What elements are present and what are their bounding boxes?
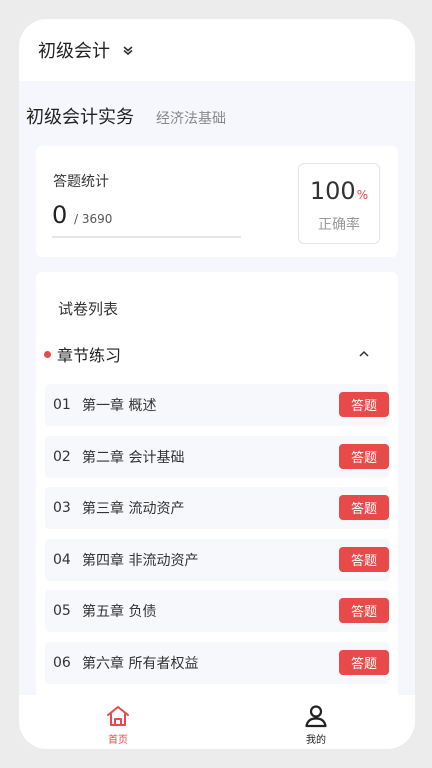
chapter-title: 第五章 负债 [82, 604, 157, 620]
stats-card: 答题统计 0 / 3690 100% 正确率 [36, 146, 398, 257]
tab-economic-law[interactable]: 经济法基础 [156, 108, 226, 128]
section-dot [44, 350, 51, 358]
paper-list-title: 试卷列表 [58, 300, 119, 318]
total-count: / 3690 [74, 212, 113, 226]
home-icon [107, 706, 129, 726]
chevron-down-icon[interactable] [122, 44, 134, 56]
answer-button[interactable]: 答题 [339, 546, 389, 572]
answer-button[interactable]: 答题 [339, 649, 389, 675]
progress-bar [52, 236, 241, 238]
chapter-list: 01 第一章 概述 答题 02 第二章 会计基础 答题 03 第三章 流动资产 答题 04 第四章 … [45, 384, 389, 693]
accuracy-value: 100% [299, 177, 379, 205]
nav-item-home[interactable]: 首页 [19, 695, 217, 749]
answer-button[interactable]: 答题 [339, 392, 389, 417]
chapter-row[interactable]: 05 第五章 负债 答题 [45, 590, 389, 632]
subject-selector-label[interactable]: 初级会计 [38, 37, 110, 63]
accuracy-number: 100 [309, 177, 356, 205]
chapter-title: 第三章 流动资产 [82, 501, 185, 517]
subject-tabs: 初级会计实务 经济法基础 [26, 103, 226, 129]
chapter-row[interactable]: 02 第二章 会计基础 答题 [45, 435, 389, 478]
chapter-number: 03 [53, 500, 71, 516]
section-title: 章节练习 [57, 346, 122, 365]
app-screen: 初级会计 初级会计实务 经济法基础 答题统计 0 / 3690 100% 正确率… [19, 19, 415, 749]
answer-button[interactable]: 答题 [339, 495, 389, 520]
nav-item-profile[interactable]: 我的 [217, 695, 415, 749]
chapter-row[interactable]: 04 第四章 非流动资产 答题 [45, 538, 389, 581]
chapter-number: 05 [53, 603, 71, 619]
chapter-number: 02 [53, 448, 71, 465]
paper-list-card: 试卷列表 章节练习 01 第一章 概述 答题 02 第二章 会计基础 答题 03 第三章 流动… [36, 272, 398, 742]
top-bar: 初级会计 [19, 19, 415, 81]
chapter-number: 04 [53, 551, 71, 568]
chapter-row[interactable]: 06 第六章 所有者权益 答题 [45, 641, 389, 684]
chapter-number: 06 [53, 654, 71, 671]
nav-label-home: 首页 [108, 735, 128, 746]
chapter-row[interactable]: 03 第三章 流动资产 答题 [45, 487, 389, 529]
chapter-title: 第二章 会计基础 [82, 449, 185, 466]
chapter-title: 第四章 非流动资产 [82, 552, 199, 569]
answer-button[interactable]: 答题 [339, 443, 389, 469]
bottom-navbar: 首页 我的 [19, 695, 415, 749]
stats-label: 答题统计 [53, 174, 109, 190]
answer-button[interactable]: 答题 [339, 598, 389, 623]
accuracy-unit: % [356, 188, 369, 202]
chevron-up-icon[interactable] [358, 348, 370, 360]
chapter-row[interactable]: 01 第一章 概述 答题 [45, 384, 389, 426]
accuracy-box: 100% 正确率 [298, 163, 380, 244]
chapter-number: 01 [53, 397, 71, 413]
section-header-chapter-practice[interactable]: 章节练习 [44, 342, 390, 366]
nav-label-profile: 我的 [306, 735, 326, 746]
chapter-title: 第六章 所有者权益 [82, 655, 199, 672]
accuracy-label: 正确率 [318, 217, 360, 233]
tab-accounting-practice[interactable]: 初级会计实务 [26, 103, 134, 129]
user-icon [305, 705, 327, 728]
chapter-title: 第一章 概述 [82, 398, 157, 414]
answered-count: 0 [52, 201, 68, 229]
